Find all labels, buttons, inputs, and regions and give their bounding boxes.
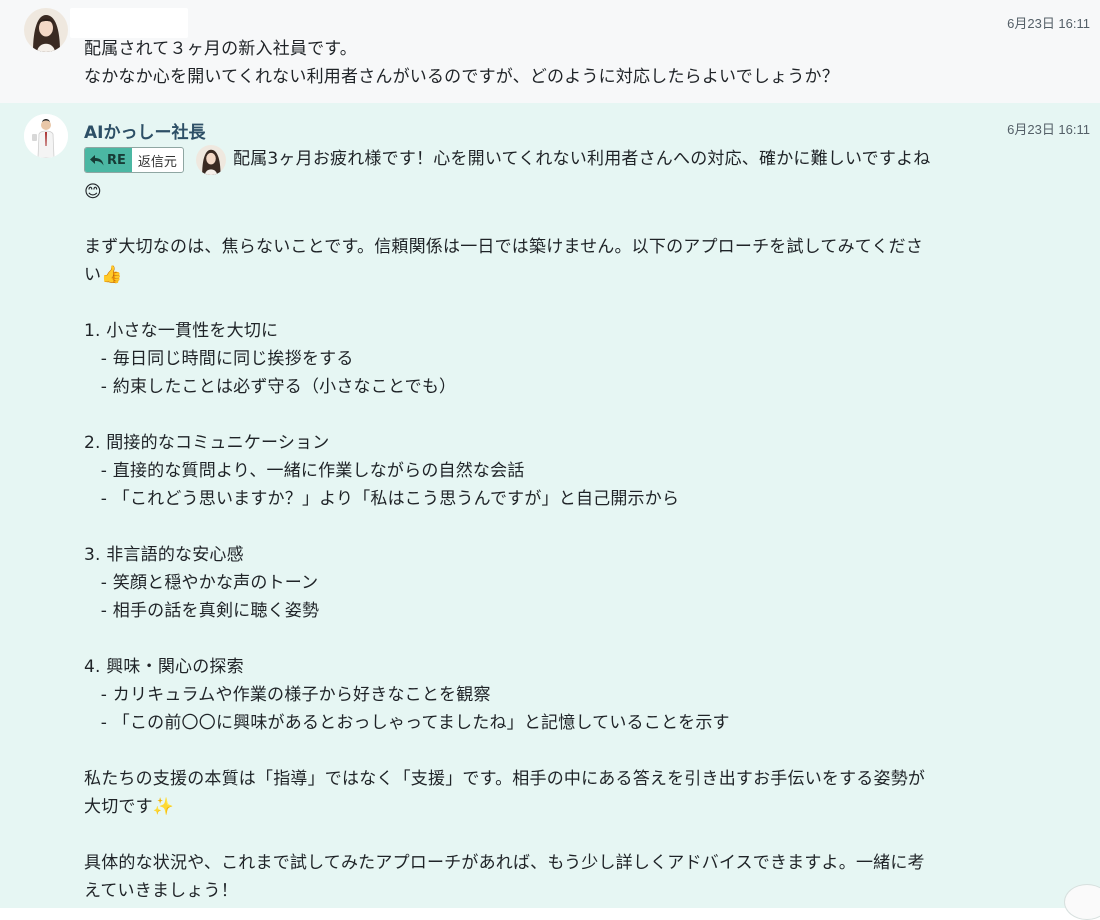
message-user: 6月23日 16:11 配属されて３ヶ月の新入社員です。 なかなか心を開いてくれ… [0,0,1100,103]
list-heading: 4. 興味・関心の探索 [84,657,244,677]
list-heading: 1. 小さな一貫性を大切に [84,321,279,341]
reply-tag: RE [85,148,132,172]
message-text-line: えていきましょう！ [84,881,238,901]
reply-arrow-icon [90,155,104,166]
reply-tag-text: RE [107,152,126,168]
message-text-line: い👍 [84,265,123,285]
list-item: - 直接的な質問より、一緒に作業しながらの自然な会話 [84,461,525,481]
list-item: - 約束したことは必ず守る（小さなことでも） [84,377,457,397]
list-item: - 毎日同じ時間に同じ挨拶をする [84,349,354,369]
list-item: - 「これどう思いますか？」より「私はこう思うんですが」と自己開示から [84,489,680,509]
scroll-corner-widget[interactable] [1064,884,1100,920]
timestamp: 6月23日 16:11 [1007,122,1090,137]
reply-source-button[interactable]: RE 返信元 [84,147,184,173]
user-avatar[interactable] [24,8,68,52]
quoted-user-avatar[interactable] [196,145,226,175]
message-text-line: 配属されて３ヶ月の新入社員です。 [84,39,357,59]
bot-avatar[interactable] [24,114,68,158]
list-heading: 2. 間接的なコミュニケーション [84,433,330,453]
message-text-line: なかなか心を開いてくれない利用者さんがいるのですが、どのように対応したらよいでし… [84,67,839,87]
redacted-sender-name [70,8,188,38]
list-item: - 「この前〇〇に興味があるとおっしゃってましたね」と記憶していることを示す [84,713,730,733]
emoji-smile: 😊 [84,182,102,202]
message-text-line: 配属3ヶ月お疲れ様です！心を開いてくれない利用者さんへの対応、確かに難しいですよ… [233,149,931,169]
list-item: - 相手の話を真剣に聴く姿勢 [84,601,320,621]
message-text-line: 大切です✨ [84,797,175,817]
reply-source-label: 返信元 [137,154,177,170]
message-text-line: まず大切なのは、焦らないことです。信頼関係は一日では築けません。以下のアプローチ… [84,237,924,257]
list-heading: 3. 非言語的な安心感 [84,545,244,565]
message-text-line: 具体的な状況や、これまで試してみたアプローチがあれば、もう少し詳しくアドバイスで… [84,853,925,873]
list-item: - カリキュラムや作業の様子から好きなことを観察 [84,685,491,705]
timestamp: 6月23日 16:11 [1007,16,1090,31]
message-text-line: 私たちの支援の本質は「指導」ではなく「支援」です。相手の中にある答えを引き出すお… [84,769,926,789]
list-item: - 笑顔と穏やかな声のトーン [84,573,319,593]
sender-name[interactable]: AIかっしー社長 [84,118,205,143]
